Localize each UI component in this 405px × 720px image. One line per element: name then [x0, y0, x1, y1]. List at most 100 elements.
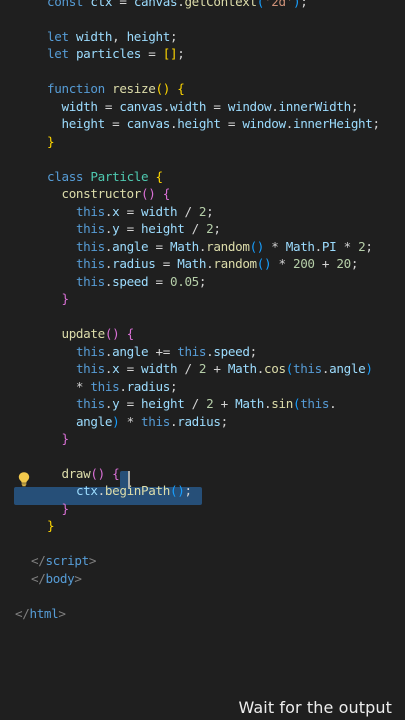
- code-token: ;: [220, 413, 229, 429]
- code-token: *: [271, 256, 293, 272]
- code-token: this: [75, 256, 105, 272]
- code-token: this: [75, 343, 105, 359]
- code-token: this: [75, 238, 105, 254]
- code-line: </script>: [31, 552, 96, 570]
- code-token: 0.05: [169, 273, 199, 289]
- code-token: constructor: [61, 186, 142, 202]
- code-token: =: [112, 0, 134, 9]
- code-token: +: [314, 256, 337, 272]
- code-line: class Particle {: [47, 168, 163, 186]
- code-line: update() {: [47, 325, 134, 343]
- code-line: this.x = width / 2 + Math.cos(this.angle…: [47, 360, 373, 378]
- code-token: body: [45, 570, 75, 586]
- code-token: beginPath: [104, 483, 170, 499]
- code-line: }: [47, 517, 55, 535]
- code-token: =: [119, 396, 142, 412]
- code-token: /: [184, 221, 207, 237]
- code-token: Math: [177, 256, 207, 272]
- code-token: canvas: [133, 0, 178, 9]
- code-token: html: [29, 605, 59, 621]
- code-token: getContext: [184, 0, 257, 9]
- code-token: </: [15, 605, 30, 621]
- code-line: this.y = height / 2 + Math.sin(this.: [47, 395, 337, 413]
- code-line: ctx.beginPath();: [47, 482, 192, 500]
- code-token: .: [162, 98, 171, 114]
- code-token: ;: [365, 238, 373, 254]
- code-line: }: [47, 500, 69, 518]
- code-token: height: [177, 116, 221, 132]
- code-token: =: [141, 46, 163, 62]
- code-token: }: [47, 133, 55, 149]
- code-token: function: [47, 81, 113, 97]
- code-token: ;: [300, 0, 308, 9]
- text-cursor: [128, 471, 130, 488]
- code-token: speed: [213, 343, 250, 359]
- code-token: height: [141, 221, 185, 237]
- code-token: .: [329, 396, 337, 412]
- code-token: =: [119, 361, 142, 377]
- code-token: width: [169, 98, 207, 114]
- code-token: .: [119, 378, 127, 394]
- code-token: .: [314, 238, 323, 254]
- code-token: this: [75, 221, 105, 237]
- code-token: Particle: [90, 168, 149, 184]
- code-token: ;: [249, 343, 258, 359]
- code-token: this: [75, 203, 105, 219]
- code-token: (): [141, 186, 156, 202]
- code-token: angle: [329, 361, 366, 377]
- code-token: this: [90, 378, 120, 394]
- code-line: const ctx = canvas.getContext('2d');: [47, 0, 308, 11]
- code-token: canvas: [126, 116, 171, 132]
- code-token: {: [155, 168, 164, 184]
- code-token: []: [162, 46, 178, 62]
- lightbulb-icon[interactable]: [17, 471, 31, 487]
- code-line: this.angle += this.speed;: [47, 343, 257, 361]
- code-token: width: [141, 361, 178, 377]
- code-token: {: [177, 81, 185, 97]
- code-token: Math: [227, 361, 257, 377]
- code-token: /: [184, 396, 207, 412]
- code-line: }: [47, 290, 69, 308]
- code-token: innerWidth: [278, 98, 352, 114]
- code-token: height: [126, 28, 171, 44]
- code-token: {: [112, 465, 120, 481]
- lightbulb-svg: [18, 472, 30, 487]
- code-editor[interactable]: const ctx = canvas.getContext('2d'); let …: [0, 0, 405, 720]
- code-token: =: [155, 256, 178, 272]
- code-token: }: [61, 500, 69, 516]
- code-token: =: [148, 238, 170, 254]
- code-line: angle) * this.radius;: [47, 413, 228, 431]
- code-line: width = canvas.width = window.innerWidth…: [47, 98, 358, 116]
- code-token: .: [256, 361, 265, 377]
- code-line: }: [47, 430, 69, 448]
- code-token: this: [75, 396, 105, 412]
- code-token: this: [141, 413, 170, 429]
- code-token: +: [206, 361, 228, 377]
- code-token: script: [45, 553, 89, 569]
- code-token: (): [104, 326, 120, 342]
- code-token: Math: [235, 396, 265, 412]
- code-line: height = canvas.height = window.innerHei…: [47, 115, 380, 133]
- code-line: this.speed = 0.05;: [47, 273, 207, 291]
- code-token: 20: [336, 256, 351, 272]
- code-token: cos: [264, 361, 286, 377]
- code-token: PI: [321, 238, 337, 254]
- code-token: width: [61, 98, 98, 114]
- code-token: /: [177, 361, 199, 377]
- code-token: (): [90, 465, 105, 481]
- code-token: ;: [169, 28, 178, 44]
- code-token: Math: [285, 238, 315, 254]
- code-token: let: [47, 46, 76, 62]
- code-token: radius: [177, 413, 221, 429]
- code-token: >: [58, 605, 66, 621]
- code-line: function resize() {: [47, 80, 185, 98]
